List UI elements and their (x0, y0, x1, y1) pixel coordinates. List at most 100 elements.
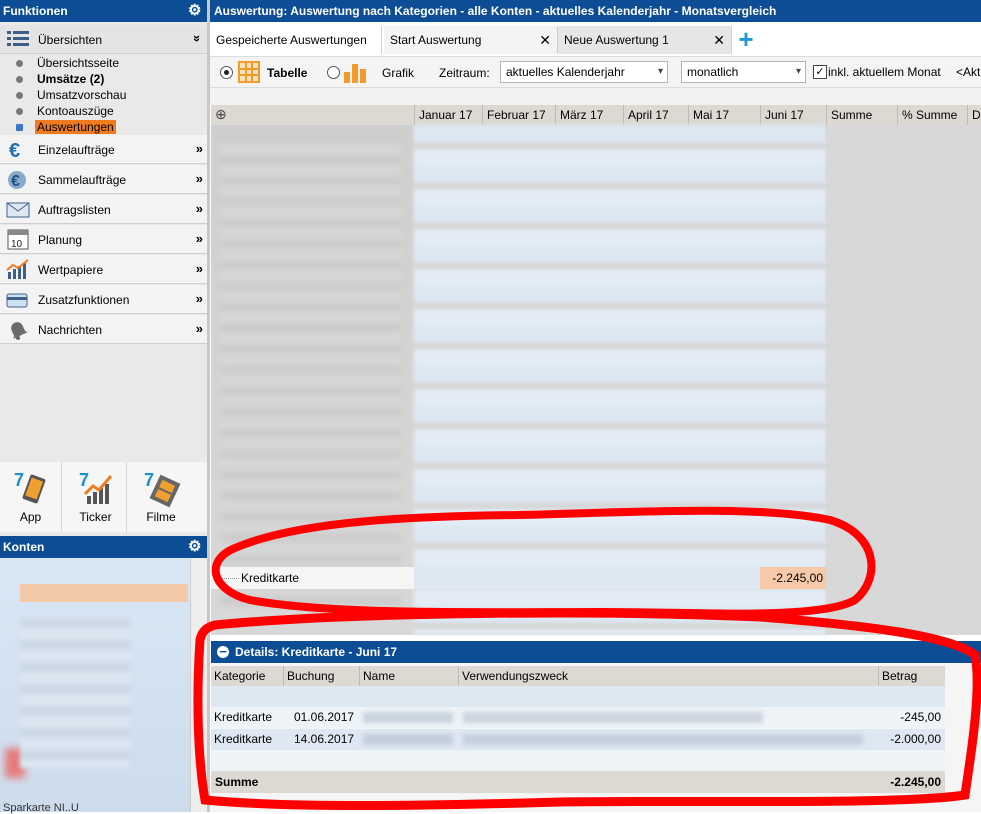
radio-chart[interactable] (327, 66, 340, 79)
chevron-right-icon: » (195, 231, 203, 246)
col-pct-sum[interactable]: % Summe (897, 105, 967, 125)
col-d[interactable]: D (967, 105, 981, 125)
selected-account-row[interactable] (20, 584, 188, 602)
grid-header: ⊕ Januar 17 Februar 17 März 17 April 17 … (211, 105, 981, 126)
col-jun[interactable]: Juni 17 (760, 105, 826, 125)
tile-ticker[interactable]: 7 Ticker (65, 462, 127, 532)
row-betrag: -245,00 (900, 710, 941, 724)
gear-icon[interactable]: ⚙ (188, 3, 203, 18)
dcol-name[interactable]: Name (359, 666, 458, 686)
sidebar-item-label: Sammelaufträge (38, 173, 127, 187)
dcol-kategorie[interactable]: Kategorie (211, 666, 283, 686)
euro-stack-icon: € (8, 171, 26, 190)
accounts-list[interactable]: Sparkarte NI..U (0, 558, 190, 814)
period-select[interactable]: aktuelles Kalenderjahr ▾ (500, 61, 668, 83)
close-icon[interactable]: ✕ (713, 26, 725, 54)
chevron-right-icon: » (195, 321, 203, 336)
window-title: Auswertung: Auswertung nach Kategorien -… (210, 0, 981, 22)
col-apr[interactable]: April 17 (623, 105, 688, 125)
col-sum[interactable]: Summe (826, 105, 897, 125)
tab-saved[interactable]: Gespeicherte Auswertungen (210, 26, 382, 54)
period-value: aktuelles Kalenderjahr (506, 65, 625, 79)
col-mar[interactable]: März 17 (555, 105, 623, 125)
tab-start[interactable]: Start Auswertung ✕ (384, 26, 558, 54)
accounts-bottom-item[interactable]: Sparkarte NI..U (3, 802, 188, 814)
sidebar-subitem-2[interactable]: Umsatzvorschau (0, 87, 207, 103)
add-tab-icon[interactable]: + (734, 26, 758, 54)
sidebar-subitem-label: Umsätze (2) (37, 72, 105, 86)
grid-row-kreditkarte[interactable]: Kreditkarte -2.245,00 (211, 567, 981, 589)
collapse-icon[interactable]: − (217, 645, 229, 658)
kk-june-cell[interactable]: -2.245,00 (760, 567, 826, 589)
sidebar-item-6[interactable]: Nachrichten » (0, 315, 207, 344)
row-purpose-blurred (463, 734, 863, 745)
row-name-blurred (363, 712, 453, 723)
sidebar-item-3[interactable]: 10 Planung » (0, 225, 207, 254)
sidebar-subitem-label: Umsatzvorschau (37, 88, 127, 102)
list-icon (7, 31, 29, 46)
dcol-betrag[interactable]: Betrag (878, 666, 945, 686)
svg-text:10: 10 (11, 239, 23, 250)
chevron-right-icon: » (195, 141, 203, 156)
accounts-scrollbar[interactable] (190, 558, 207, 812)
dcol-buchung[interactable]: Buchung (283, 666, 359, 686)
bullet-icon (16, 76, 23, 83)
sidebar-subitem-4[interactable]: Auswertungen (0, 119, 207, 135)
sidebar-item-4[interactable]: Wertpapiere » (0, 255, 207, 284)
sidebar-item-label: Auftragslisten (38, 203, 111, 217)
sidebar-item-2[interactable]: Auftragslisten » (0, 195, 207, 224)
include-current-label[interactable]: inkl. aktuellem Monat (828, 65, 941, 79)
sidebar-item-5[interactable]: Zusatzfunktionen » (0, 285, 207, 314)
bar-chart-icon (344, 64, 366, 83)
chevron-right-icon: » (195, 171, 203, 186)
tile-app[interactable]: 7 App (0, 462, 62, 532)
row-purpose-blurred (463, 712, 763, 723)
functions-title: Funktionen (3, 4, 68, 18)
table-row[interactable]: Kreditkarte 01.06.2017 -245,00 (211, 707, 945, 728)
row-buchung: 01.06.2017 (294, 710, 355, 724)
sidebar-subitem-3[interactable]: Kontoauszüge (0, 103, 207, 119)
col-feb[interactable]: Februar 17 (482, 105, 555, 125)
radio-dot (224, 70, 229, 75)
table-row[interactable]: Kreditkarte 14.06.2017 -2.000,00 (211, 729, 945, 750)
chevron-down-icon: ▾ (657, 66, 663, 77)
gear-icon[interactable]: ⚙ (188, 539, 203, 554)
details-header: − Details: Kreditkarte - Juni 17 (211, 641, 981, 663)
sidebar-subitem-0[interactable]: Übersichtsseite (0, 55, 207, 71)
nav-overview[interactable]: Übersichten » (0, 25, 207, 54)
dcol-verwendungszweck[interactable]: Verwendungszweck (458, 666, 878, 686)
sidebar-subitem-1[interactable]: Umsätze (2) (0, 71, 207, 87)
col-may[interactable]: Mai 17 (688, 105, 760, 125)
chart-label[interactable]: Grafik (382, 66, 414, 80)
chevron-down-icon: ▾ (795, 66, 801, 77)
app-icon: 7 (14, 470, 46, 504)
svg-text:€: € (11, 173, 20, 190)
period-label: Zeitraum: (439, 66, 490, 80)
tile-filme[interactable]: 7 Filme (130, 462, 192, 532)
details-title: Details: Kreditkarte - Juni 17 (235, 645, 398, 659)
kk-months (414, 567, 760, 589)
row-kategorie: Kreditkarte (214, 732, 273, 746)
tab-new[interactable]: Neue Auswertung 1 ✕ (558, 26, 732, 54)
grid-spacer (210, 88, 981, 105)
details-header-row: Kategorie Buchung Name Verwendungszweck … (211, 666, 945, 686)
kk-label: Kreditkarte (241, 571, 300, 585)
close-icon[interactable]: ✕ (539, 26, 551, 54)
table-label[interactable]: Tabelle (267, 66, 307, 80)
radio-table[interactable] (220, 66, 233, 79)
sidebar-item-1[interactable]: € Sammelaufträge » (0, 165, 207, 194)
toolbar: Tabelle Grafik Zeitraum: aktuelles Kalen… (210, 56, 981, 88)
interval-select[interactable]: monatlich ▾ (681, 61, 806, 83)
panel-splitter[interactable] (207, 0, 210, 812)
film-badge: 7 (144, 470, 154, 490)
sidebar-item-0[interactable]: € Einzelaufträge » (0, 135, 207, 164)
expand-all-icon[interactable]: ⊕ (215, 106, 227, 123)
include-current-checkbox[interactable]: ✓ (813, 65, 827, 79)
col-jan[interactable]: Januar 17 (414, 105, 482, 125)
kk-label-cell: Kreditkarte (211, 567, 414, 589)
chevron-right-icon: » (195, 291, 203, 306)
bullet-icon (16, 60, 23, 67)
bullet-icon (16, 108, 23, 115)
sidebar-subitem-label: Kontoauszüge (37, 104, 114, 118)
kk-sum-cells (826, 567, 981, 589)
